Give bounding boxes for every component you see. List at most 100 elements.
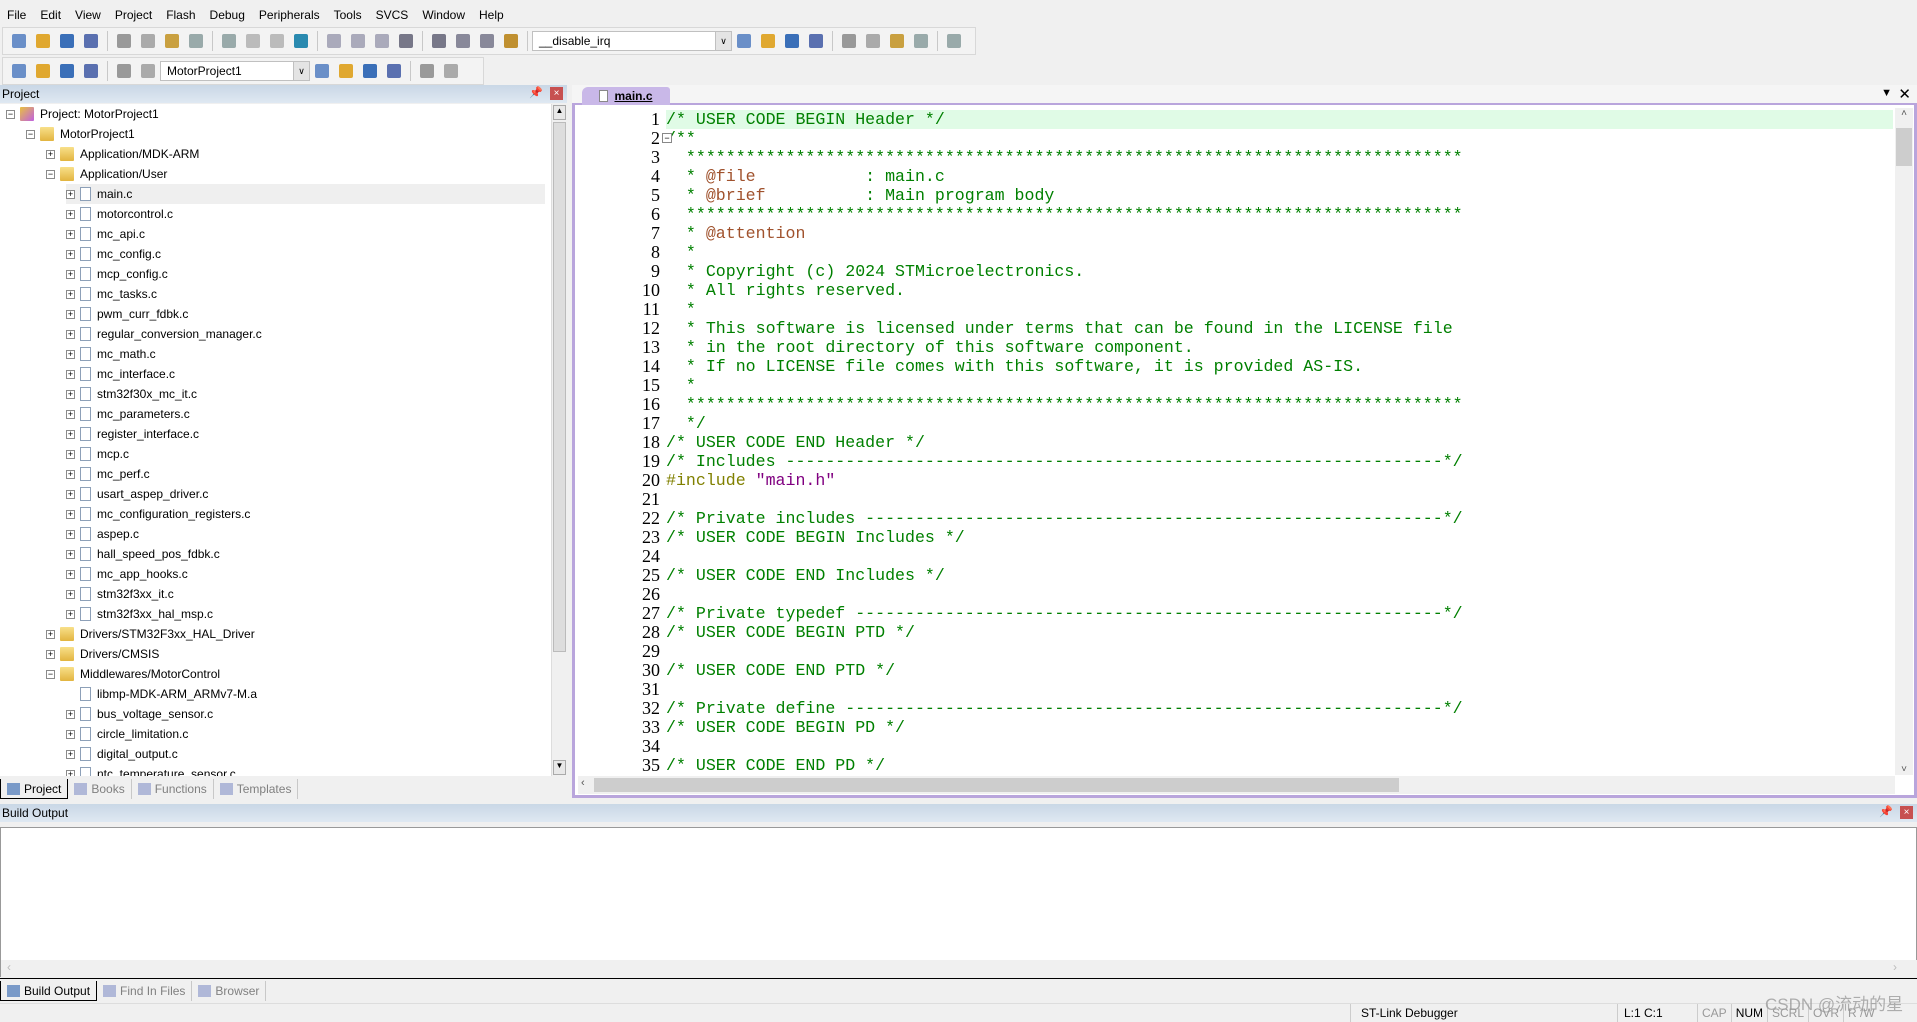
- tab-find-in-files[interactable]: Find In Files: [97, 981, 193, 1001]
- build-button[interactable]: [33, 61, 53, 81]
- select-packs-button[interactable]: [360, 61, 380, 81]
- expand-icon[interactable]: +: [66, 469, 75, 479]
- expand-icon[interactable]: +: [66, 549, 75, 559]
- tree-item[interactable]: + motorcontrol.c: [66, 204, 173, 224]
- tree-item[interactable]: +libmp-MDK-ARM_ARMv7-M.a: [66, 684, 257, 704]
- chevron-down-icon[interactable]: ∨: [715, 32, 731, 50]
- tree-item[interactable]: + digital_output.c: [66, 744, 178, 764]
- menu-help[interactable]: Help: [472, 8, 511, 22]
- tree-item[interactable]: + mcp_config.c: [66, 264, 168, 284]
- expand-icon[interactable]: +: [66, 189, 75, 199]
- expand-icon[interactable]: +: [66, 609, 75, 619]
- manage-project-button[interactable]: [336, 61, 356, 81]
- tree-item[interactable]: + mc_interface.c: [66, 364, 175, 384]
- tree-item[interactable]: + circle_limitation.c: [66, 724, 188, 744]
- collapse-icon[interactable]: −: [46, 669, 55, 679]
- expand-icon[interactable]: +: [46, 649, 55, 659]
- expand-icon[interactable]: +: [66, 509, 75, 519]
- tree-item[interactable]: + aspep.c: [66, 524, 139, 544]
- build-output-hscroll[interactable]: ‹ ›: [0, 960, 1917, 977]
- expand-icon[interactable]: +: [66, 209, 75, 219]
- tree-item[interactable]: + mc_app_hooks.c: [66, 564, 188, 584]
- tree-item[interactable]: + Drivers/STM32F3xx_HAL_Driver: [46, 624, 255, 644]
- tree-item[interactable]: + mc_perf.c: [66, 464, 150, 484]
- tab-functions[interactable]: Functions: [132, 779, 214, 799]
- expand-icon[interactable]: +: [66, 429, 75, 439]
- open-file-button[interactable]: [33, 31, 53, 51]
- tree-item[interactable]: + mc_parameters.c: [66, 404, 190, 424]
- editor-tab-main-c[interactable]: main.c: [582, 87, 670, 105]
- tree-item[interactable]: + mc_tasks.c: [66, 284, 157, 304]
- configure-button[interactable]: [944, 31, 964, 51]
- tree-item[interactable]: + mc_math.c: [66, 344, 156, 364]
- menu-edit[interactable]: Edit: [33, 8, 68, 22]
- scroll-down-icon[interactable]: ▼: [553, 760, 566, 775]
- tree-item[interactable]: + hall_speed_pos_fdbk.c: [66, 544, 220, 564]
- cut-button[interactable]: [114, 31, 134, 51]
- close-editor-icon[interactable]: ✕: [1898, 85, 1911, 103]
- pin-icon[interactable]: 📌: [529, 86, 543, 99]
- pack-installer-button[interactable]: [417, 61, 437, 81]
- close-icon[interactable]: ×: [550, 87, 563, 100]
- scroll-thumb[interactable]: [594, 778, 1399, 792]
- tree-scrollbar[interactable]: ▲ ▼: [551, 104, 567, 776]
- scroll-left-icon[interactable]: ‹: [7, 960, 11, 974]
- fold-collapse-icon[interactable]: −: [662, 133, 672, 143]
- nav-back-button[interactable]: [243, 31, 263, 51]
- tree-item[interactable]: + regular_conversion_manager.c: [66, 324, 262, 344]
- menu-project[interactable]: Project: [108, 8, 159, 22]
- expand-icon[interactable]: +: [66, 569, 75, 579]
- redo-button[interactable]: [219, 31, 239, 51]
- menu-file[interactable]: File: [0, 8, 33, 22]
- tab-build-output[interactable]: Build Output: [0, 981, 98, 1001]
- breakpoint-button[interactable]: [806, 31, 826, 51]
- options-for-target-button[interactable]: [312, 61, 332, 81]
- expand-icon[interactable]: +: [46, 629, 55, 639]
- kill-breakpoints-button[interactable]: [887, 31, 907, 51]
- disable-all-breakpoints-button[interactable]: [863, 31, 883, 51]
- clear-bookmarks-button[interactable]: [372, 31, 392, 51]
- tree-item[interactable]: + stm32f3xx_hal_msp.c: [66, 604, 213, 624]
- paste-button[interactable]: [162, 31, 182, 51]
- window-layout-button[interactable]: [911, 31, 931, 51]
- expand-icon[interactable]: +: [66, 709, 75, 719]
- chevron-down-icon[interactable]: ∨: [293, 62, 309, 80]
- scroll-right-icon[interactable]: ›: [1893, 960, 1897, 974]
- expand-icon[interactable]: +: [66, 749, 75, 759]
- expand-icon[interactable]: +: [66, 349, 75, 359]
- code-editor[interactable]: 1/* USER CODE BEGIN Header */2/** −3 ****…: [578, 108, 1893, 775]
- tab-list-dropdown-icon[interactable]: ▼: [1881, 87, 1892, 99]
- manage-rte-button[interactable]: [384, 61, 404, 81]
- unindent-button[interactable]: [429, 31, 449, 51]
- scroll-up-icon[interactable]: ˄: [1895, 108, 1913, 119]
- expand-icon[interactable]: +: [66, 529, 75, 539]
- new-file-button[interactable]: [9, 31, 29, 51]
- menu-view[interactable]: View: [68, 8, 108, 22]
- tree-item[interactable]: + mc_config.c: [66, 244, 161, 264]
- tree-item[interactable]: + stm32f30x_mc_it.c: [66, 384, 197, 404]
- menu-debug[interactable]: Debug: [203, 8, 252, 22]
- debug-session-button[interactable]: [782, 31, 802, 51]
- tab-templates[interactable]: Templates: [214, 779, 299, 799]
- build-output-text[interactable]: [0, 827, 1917, 960]
- tree-item[interactable]: + Drivers/CMSIS: [46, 644, 159, 664]
- tree-item[interactable]: + mc_api.c: [66, 224, 145, 244]
- close-icon[interactable]: ×: [1900, 806, 1913, 819]
- expand-icon[interactable]: +: [66, 409, 75, 419]
- expand-icon[interactable]: +: [66, 389, 75, 399]
- tree-item[interactable]: − Project: MotorProject1: [6, 104, 159, 124]
- scroll-up-icon[interactable]: ▲: [553, 105, 566, 120]
- expand-icon[interactable]: +: [66, 229, 75, 239]
- indent-button[interactable]: [396, 31, 416, 51]
- tree-item[interactable]: + mcp.c: [66, 444, 129, 464]
- expand-icon[interactable]: +: [66, 309, 75, 319]
- expand-icon[interactable]: +: [66, 729, 75, 739]
- undo-button[interactable]: [186, 31, 206, 51]
- incremental-find-button[interactable]: [758, 31, 778, 51]
- scroll-thumb[interactable]: [1896, 128, 1912, 166]
- tree-item[interactable]: + usart_aspep_driver.c: [66, 484, 208, 504]
- tab-browser[interactable]: Browser: [192, 981, 267, 1001]
- tree-item[interactable]: + ntc_temperature_sensor.c: [66, 764, 236, 776]
- tab-books[interactable]: Books: [68, 779, 132, 799]
- collapse-icon[interactable]: −: [6, 109, 15, 119]
